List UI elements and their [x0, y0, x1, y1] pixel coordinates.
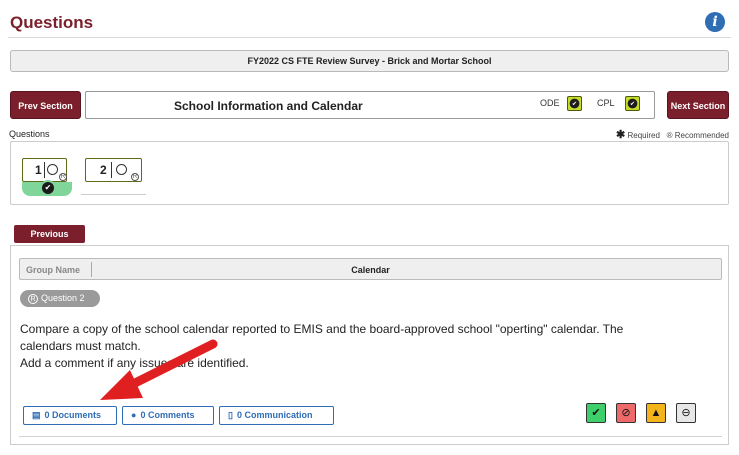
page-header: Questions i [8, 8, 731, 38]
answer-circle-icon [116, 164, 127, 175]
legend-required: Required [627, 131, 660, 140]
divider [19, 436, 722, 437]
group-bar: Group Name Calendar [19, 258, 722, 280]
documents-label: Documents [52, 410, 102, 420]
ode-flag-label: ODE [540, 98, 560, 108]
cancel-icon[interactable]: ⊘ [616, 403, 636, 423]
legend: ✱ Required ® Recommended [616, 128, 729, 141]
divider [111, 162, 112, 178]
complete-check-icon: ✔ [40, 180, 56, 196]
previous-button[interactable]: Previous [14, 225, 85, 243]
selected-underline [81, 194, 146, 195]
info-icon[interactable]: i [705, 12, 725, 32]
question-text-line: Compare a copy of the school calendar re… [20, 322, 624, 336]
recommended-icon: R [28, 294, 38, 304]
section-title-box: School Information and Calendar ODE CPL [85, 91, 655, 119]
question-detail-panel: Group Name Calendar R Question 2 Compare … [10, 245, 729, 445]
required-icon: ✱ [616, 129, 626, 141]
page-title: Questions [10, 13, 94, 32]
group-name-value: Calendar [351, 265, 390, 275]
comment-icon: ● [131, 410, 137, 420]
document-icon: ▤ [32, 410, 41, 420]
section-navigation: Prev Section School Information and Cale… [10, 91, 729, 121]
documents-button[interactable]: ▤ 0 Documents [23, 406, 117, 425]
divider [44, 162, 45, 178]
recommended-icon: R [131, 173, 139, 181]
next-section-button[interactable]: Next Section [667, 91, 729, 119]
question-text-line: Add a comment if any issues are identifi… [20, 356, 249, 370]
cpl-flag-label: CPL [597, 98, 615, 108]
comments-button[interactable]: ● 0 Comments [122, 406, 214, 425]
ode-check-icon [567, 96, 582, 111]
cpl-check-icon [625, 96, 640, 111]
section-title: School Information and Calendar [174, 99, 363, 113]
prev-section-button[interactable]: Prev Section [10, 91, 81, 119]
communication-label: Communication [244, 410, 313, 420]
recommended-icon: R [59, 173, 67, 181]
communication-count: 0 [236, 410, 242, 420]
documents-count: 0 [44, 410, 50, 420]
communication-button[interactable]: ▯ 0 Communication [219, 406, 334, 425]
answer-circle-icon [47, 164, 58, 175]
comments-count: 0 [140, 410, 146, 420]
questions-label: Questions [9, 129, 50, 139]
comments-label: Comments [147, 410, 195, 420]
question-number: 1 [35, 163, 42, 177]
question-number: 2 [100, 163, 107, 177]
question-text: Compare a copy of the school calendar re… [20, 321, 720, 372]
questions-page: Questions i FY2022 CS FTE Review Survey … [0, 0, 739, 455]
check-clipboard-icon[interactable]: ✔ [586, 403, 606, 423]
question-selector-panel: 1 R ✔ 2 R [10, 141, 729, 205]
question-badge-label: Question 2 [41, 293, 85, 303]
question-badge: R Question 2 [20, 290, 100, 307]
question-text-line: calendars must match. [20, 339, 141, 353]
mobile-icon: ▯ [228, 410, 233, 420]
question-tile-1[interactable]: 1 R [22, 158, 67, 182]
warning-icon[interactable]: ▲ [646, 403, 666, 423]
recommended-icon: ® [666, 131, 673, 140]
minus-circle-icon[interactable]: ⊖ [676, 403, 696, 423]
survey-title-bar: FY2022 CS FTE Review Survey - Brick and … [10, 50, 729, 72]
legend-recommended: Recommended [674, 131, 729, 140]
question-tile-2[interactable]: 2 R [85, 158, 142, 182]
